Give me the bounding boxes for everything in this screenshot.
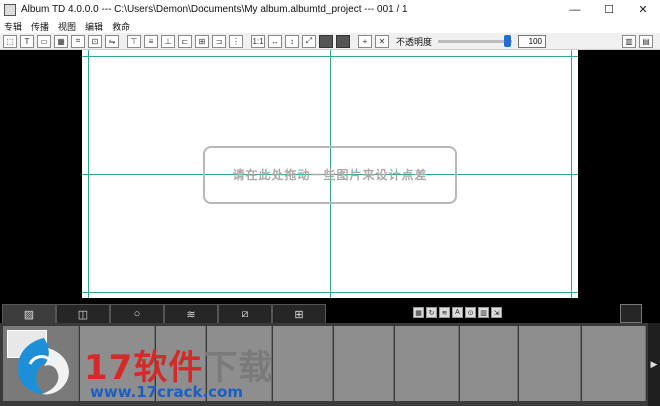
- title-bar: Album TD 4.0.0.0 --- C:\Users\Demon\Docu…: [0, 0, 660, 19]
- align-right-icon[interactable]: ⊐: [212, 34, 226, 48]
- distribute-icon[interactable]: ⋮: [229, 34, 243, 48]
- strip-tools: ▦ ↻ ≋ A ⊙ ▥ ⇲: [413, 307, 504, 318]
- pattern-icon: ≋: [186, 308, 196, 321]
- drop-zone[interactable]: 请在此处拖动一些图片来设计点差: [203, 146, 457, 204]
- menu-album[interactable]: 专辑: [4, 20, 22, 33]
- scroll-right-icon[interactable]: ▶: [648, 323, 660, 406]
- align-top-icon[interactable]: ⊤: [127, 34, 141, 48]
- toolbar: ⬚ T ▭ ▦ ⌗ ⊡ ⇋ ⊤ ≡ ⊥ ⊏ ⊞ ⊐ ⋮ 1:1 ↔ ↕ ⤢ + …: [0, 33, 660, 50]
- watermark-gray: 下载: [203, 348, 274, 388]
- app-icon: [4, 3, 16, 16]
- layouts-icon: ⊞: [294, 308, 304, 321]
- rotate-icon[interactable]: ↻: [426, 307, 437, 318]
- watermark-logo: [17, 338, 69, 395]
- opacity-slider[interactable]: [438, 34, 513, 47]
- image-frame-icon[interactable]: ▭: [37, 34, 51, 48]
- opacity-label: 不透明度: [396, 36, 433, 47]
- thumbnail-slot[interactable]: [334, 326, 394, 401]
- watermark-red: 软件: [133, 348, 204, 388]
- panel-tabs: ▨ ◫ ○ ≋ ⧄ ⊞ ▦ ↻ ≋ A ⊙ ▥ ⇲: [0, 302, 660, 323]
- menu-help[interactable]: 救命: [112, 20, 130, 33]
- thumbnail-slot[interactable]: [395, 326, 459, 401]
- bring-front-icon[interactable]: [319, 34, 333, 48]
- trash-icon[interactable]: ▥: [478, 307, 489, 318]
- fit-height-icon[interactable]: ↕: [285, 34, 299, 48]
- panel-left-icon[interactable]: ▥: [622, 35, 636, 48]
- align-center-icon[interactable]: ⊞: [195, 34, 209, 48]
- menu-view[interactable]: 视图: [58, 20, 76, 33]
- circle-icon: ○: [133, 308, 141, 320]
- send-back-icon[interactable]: [336, 34, 350, 48]
- watermark-url: www.17crack.com: [90, 383, 243, 401]
- tab-shapes[interactable]: ○: [110, 304, 164, 323]
- select-frame-icon[interactable]: ⬚: [3, 34, 17, 48]
- thumbnail-slot[interactable]: [460, 326, 518, 401]
- thumbnail-slot[interactable]: [519, 326, 581, 401]
- photos-icon: ▨: [23, 308, 35, 321]
- tab-patterns[interactable]: ≋: [164, 304, 218, 323]
- window-controls: — ☐ ✕: [558, 0, 660, 19]
- align-middle-icon[interactable]: ≡: [144, 34, 158, 48]
- one-to-one-button[interactable]: 1:1: [251, 34, 265, 48]
- text-frame-icon[interactable]: T: [20, 34, 34, 48]
- thumbnail-slot[interactable]: [582, 326, 646, 401]
- shuffle-icon[interactable]: ≋: [439, 307, 450, 318]
- thumbnail-slot[interactable]: [273, 326, 333, 401]
- minimize-button[interactable]: —: [558, 0, 592, 19]
- menu-bar: 专辑 传播 视图 编辑 救命: [0, 19, 660, 33]
- opacity-input[interactable]: [518, 34, 547, 48]
- maximize-button[interactable]: ☐: [592, 0, 626, 19]
- remove-icon[interactable]: ✕: [375, 34, 389, 48]
- tab-frames[interactable]: ◫: [56, 304, 110, 323]
- grid-icon[interactable]: ▦: [413, 307, 424, 318]
- align-left-icon[interactable]: ⊏: [178, 34, 192, 48]
- add-icon[interactable]: +: [358, 34, 372, 48]
- fit-icon[interactable]: ⊡: [88, 34, 102, 48]
- menu-share[interactable]: 传播: [31, 20, 49, 33]
- opacity-slider-thumb[interactable]: [504, 34, 512, 47]
- guide-line: [82, 56, 578, 57]
- resize-icon[interactable]: ⤢: [302, 34, 316, 48]
- canvas-area: 请在此处拖动一些图片来设计点差: [0, 50, 660, 302]
- fit-width-icon[interactable]: ↔: [268, 34, 282, 48]
- panel-toggle-button[interactable]: [620, 304, 642, 323]
- link-icon[interactable]: ⊙: [465, 307, 476, 318]
- drop-hint-text: 请在此处拖动一些图片来设计点差: [232, 168, 428, 182]
- grid-frame-icon[interactable]: ▦: [54, 34, 68, 48]
- toolbar-right: ▥ ▤: [622, 35, 656, 48]
- clipart-icon: ⧄: [241, 307, 249, 320]
- tab-photos[interactable]: ▨: [2, 304, 56, 323]
- close-button[interactable]: ✕: [626, 0, 660, 19]
- watermark-number: 17: [84, 348, 134, 388]
- frames-icon: ◫: [77, 308, 89, 321]
- window-title: Album TD 4.0.0.0 --- C:\Users\Demon\Docu…: [21, 4, 408, 15]
- export-icon[interactable]: ⇲: [491, 307, 502, 318]
- align-bottom-icon[interactable]: ⊥: [161, 34, 175, 48]
- tab-clipart[interactable]: ⧄: [218, 304, 272, 323]
- tab-layouts[interactable]: ⊞: [272, 304, 326, 323]
- guide-line: [82, 292, 578, 293]
- album-page[interactable]: 请在此处拖动一些图片来设计点差: [82, 50, 578, 298]
- panel-right-icon[interactable]: ▤: [639, 35, 653, 48]
- text-icon[interactable]: A: [452, 307, 463, 318]
- flip-icon[interactable]: ⇋: [105, 34, 119, 48]
- menu-edit[interactable]: 编辑: [85, 20, 103, 33]
- crop-icon[interactable]: ⌗: [71, 34, 85, 48]
- watermark-brand: 17软件下载: [84, 340, 273, 389]
